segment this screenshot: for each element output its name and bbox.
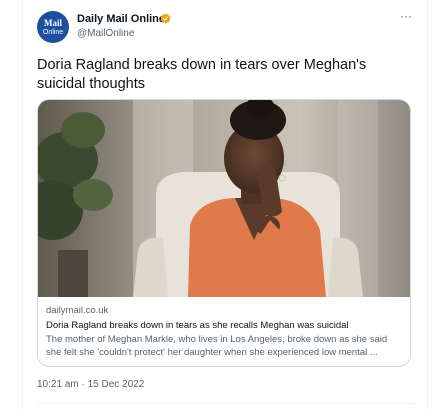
- link-card[interactable]: dailymail.co.uk Doria Ragland breaks dow…: [37, 99, 411, 367]
- avatar[interactable]: Mail Online: [37, 11, 69, 43]
- tweet-header: Mail Online Daily Mail Online @MailOnlin…: [37, 9, 415, 43]
- frame-border-left: [22, 0, 23, 409]
- link-card-info[interactable]: dailymail.co.uk Doria Ragland breaks dow…: [38, 298, 410, 366]
- account-name[interactable]: Daily Mail Online: [77, 13, 165, 25]
- card-description: The mother of Meghan Markle, who lives i…: [46, 334, 388, 358]
- avatar-logo-line1: Mail: [44, 17, 62, 28]
- avatar-logo-line2: Online: [42, 28, 64, 36]
- verified-badge-icon: [160, 13, 171, 24]
- divider: [37, 403, 415, 404]
- card-domain: dailymail.co.uk: [46, 305, 109, 316]
- article-photo[interactable]: [38, 100, 411, 297]
- tweet-timestamp[interactable]: 10:21 am · 15 Dec 2022: [37, 379, 144, 390]
- frame-border-right: [427, 0, 428, 409]
- card-title: Doria Ragland breaks down in tears as sh…: [46, 320, 349, 331]
- account-handle[interactable]: @MailOnline: [77, 28, 134, 39]
- more-horizontal-icon[interactable]: ···: [400, 9, 412, 23]
- tweet-text: Doria Ragland breaks down in tears over …: [37, 57, 367, 92]
